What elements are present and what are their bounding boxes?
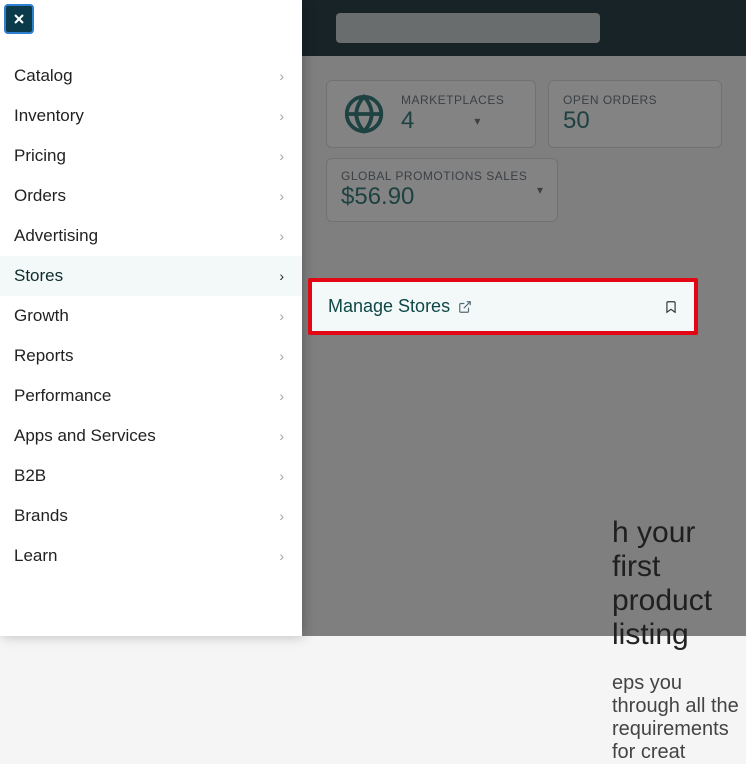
- chevron-right-icon: ›: [279, 428, 284, 444]
- promotions-value: $56.90: [341, 183, 537, 211]
- chevron-right-icon: ›: [279, 268, 284, 284]
- search-input[interactable]: [336, 13, 600, 43]
- sidebar-item-brands[interactable]: Brands ›: [0, 496, 302, 536]
- chevron-right-icon: ›: [279, 548, 284, 564]
- open-orders-label: OPEN ORDERS: [563, 93, 707, 107]
- main-content: MARKETPLACES 4 ▾ OPEN ORDERS 50 GLOBAL P…: [302, 56, 746, 636]
- sidebar-item-stores[interactable]: Stores ›: [0, 256, 302, 296]
- chevron-right-icon: ›: [279, 108, 284, 124]
- chevron-right-icon: ›: [279, 388, 284, 404]
- chevron-right-icon: ›: [279, 508, 284, 524]
- chevron-right-icon: ›: [279, 348, 284, 364]
- sidebar-item-reports[interactable]: Reports ›: [0, 336, 302, 376]
- chevron-right-icon: ›: [279, 228, 284, 244]
- sidebar-menu: Catalog›Inventory›Pricing›Orders›Adverti…: [0, 0, 302, 636]
- manage-stores-label: Manage Stores: [328, 296, 450, 317]
- chevron-right-icon: ›: [279, 468, 284, 484]
- sidebar-item-label: Growth: [14, 306, 69, 326]
- sidebar-item-growth[interactable]: Growth ›: [0, 296, 302, 336]
- sidebar-item-label: Apps and Services: [14, 426, 156, 446]
- sidebar-item-label: B2B: [14, 466, 46, 486]
- sidebar-item-label: Catalog: [14, 66, 73, 86]
- sidebar-item-catalog[interactable]: Catalog ›: [0, 56, 302, 96]
- sidebar-item-label: Reports: [14, 346, 74, 366]
- sidebar-item-label: Learn: [14, 546, 57, 566]
- chevron-right-icon: ›: [279, 68, 284, 84]
- globe-icon: [341, 91, 387, 137]
- chevron-right-icon: ›: [279, 188, 284, 204]
- promotions-label: GLOBAL PROMOTIONS SALES: [341, 169, 537, 183]
- sidebar-item-inventory[interactable]: Inventory ›: [0, 96, 302, 136]
- sidebar-item-b2b[interactable]: B2B ›: [0, 456, 302, 496]
- chevron-down-icon[interactable]: ▾: [537, 183, 543, 197]
- promotions-card[interactable]: GLOBAL PROMOTIONS SALES $56.90 ▾: [326, 158, 558, 222]
- sidebar-item-apps-and-services[interactable]: Apps and Services ›: [0, 416, 302, 456]
- open-orders-value: 50: [563, 107, 707, 135]
- hero-subtitle: eps you through all the requirements for…: [612, 672, 746, 764]
- external-link-icon: [458, 300, 472, 314]
- close-icon: [11, 11, 27, 27]
- sidebar-item-pricing[interactable]: Pricing ›: [0, 136, 302, 176]
- sidebar-item-label: Orders: [14, 186, 66, 206]
- marketplaces-card[interactable]: MARKETPLACES 4 ▾: [326, 80, 536, 148]
- sidebar-item-label: Stores: [14, 266, 63, 286]
- close-button[interactable]: [4, 4, 34, 34]
- sidebar-item-advertising[interactable]: Advertising ›: [0, 216, 302, 256]
- sidebar-item-performance[interactable]: Performance ›: [0, 376, 302, 416]
- marketplaces-value: 4: [401, 107, 414, 135]
- bookmark-icon[interactable]: [664, 300, 678, 314]
- open-orders-card[interactable]: OPEN ORDERS 50: [548, 80, 722, 148]
- chevron-right-icon: ›: [279, 308, 284, 324]
- chevron-down-icon[interactable]: ▾: [474, 114, 480, 128]
- sidebar-item-label: Inventory: [14, 106, 84, 126]
- marketplaces-label: MARKETPLACES: [401, 93, 521, 107]
- chevron-right-icon: ›: [279, 148, 284, 164]
- hero-title: h your first product listing: [612, 516, 746, 652]
- sidebar-item-label: Pricing: [14, 146, 66, 166]
- sidebar-item-label: Performance: [14, 386, 111, 406]
- sidebar-item-label: Brands: [14, 506, 68, 526]
- sidebar-item-learn[interactable]: Learn ›: [0, 536, 302, 576]
- stores-submenu: Manage Stores: [308, 278, 698, 335]
- sidebar-item-label: Advertising: [14, 226, 98, 246]
- manage-stores-item[interactable]: Manage Stores: [312, 282, 694, 331]
- sidebar-item-orders[interactable]: Orders ›: [0, 176, 302, 216]
